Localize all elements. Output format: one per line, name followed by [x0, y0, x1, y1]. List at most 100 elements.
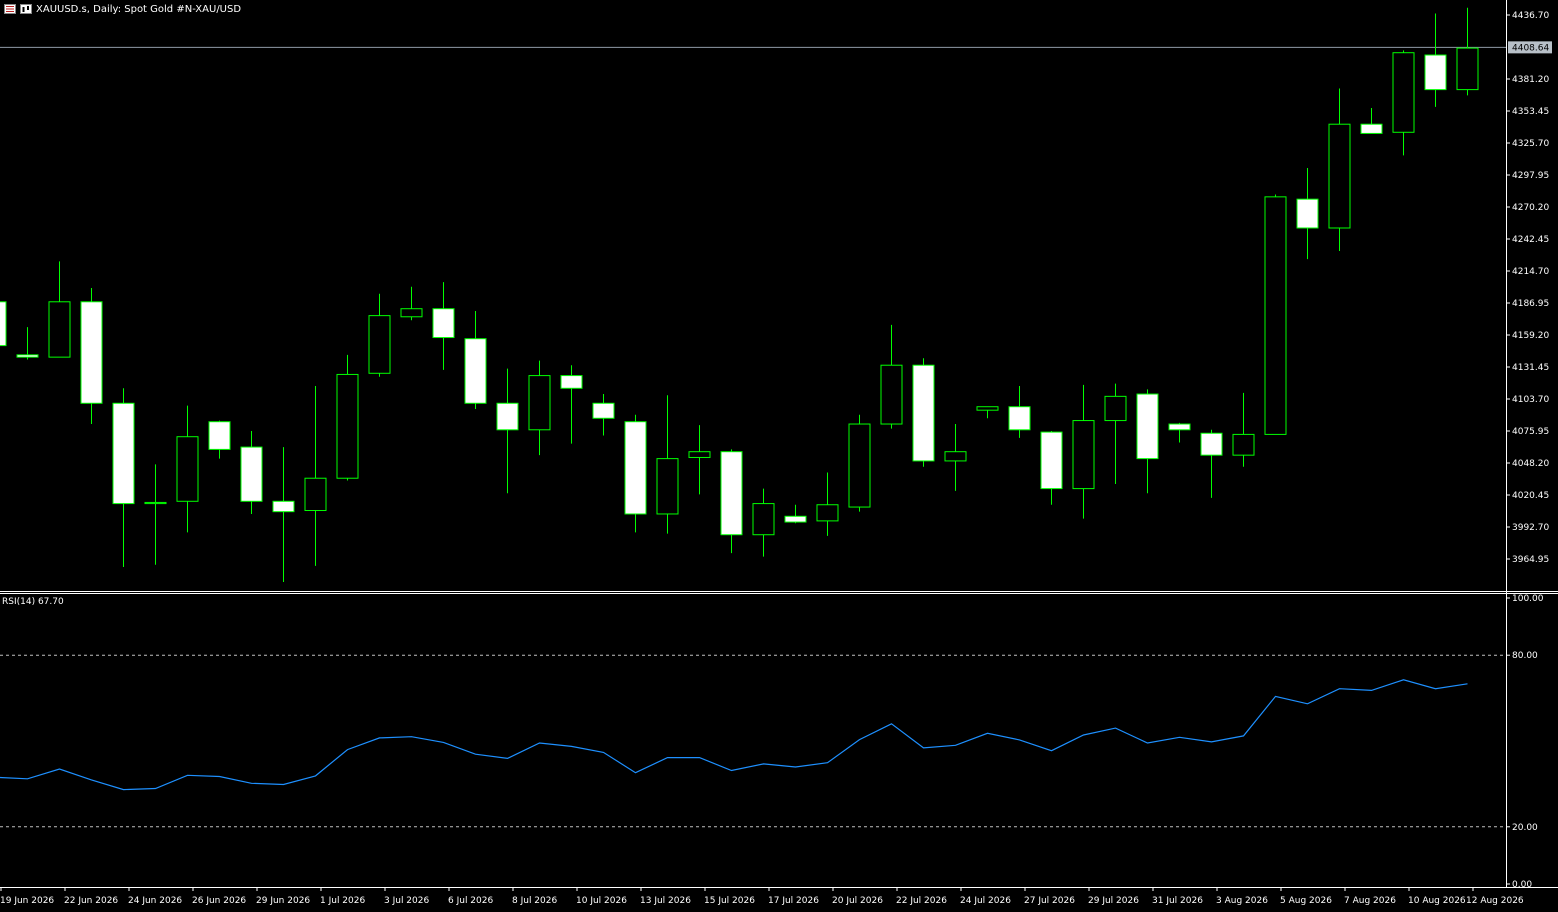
- date-label: 24 Jun 2026: [128, 896, 182, 906]
- date-label: 26 Jun 2026: [192, 896, 246, 906]
- chart-header: XAUUSD.s, Daily: Spot Gold #N-XAU/USD: [4, 2, 241, 16]
- candle: [0, 301, 7, 347]
- candle-body-bull: [400, 308, 423, 318]
- candle-body-bear: [592, 402, 615, 419]
- date-label: 13 Jul 2026: [640, 896, 691, 906]
- date-label: 10 Jul 2026: [576, 896, 627, 906]
- candle: [176, 405, 199, 533]
- date-label: 10 Aug 2026: [1408, 896, 1466, 906]
- candle-body-bear: [1296, 198, 1319, 229]
- price-tick-label: 3964.95: [1512, 555, 1549, 565]
- candle: [912, 358, 935, 467]
- rsi-plot: [0, 679, 1468, 791]
- date-label: 29 Jul 2026: [1088, 896, 1139, 906]
- candle-body-bear: [624, 421, 647, 515]
- candles: [0, 7, 1479, 583]
- candle-body-bear: [1008, 406, 1031, 431]
- candle-body-bull: [336, 373, 359, 479]
- candle: [1456, 7, 1479, 96]
- price-tick-label: 4048.20: [1512, 459, 1549, 469]
- rsi-tick-label: 20.00: [1512, 823, 1538, 833]
- candle-body-bull: [1264, 196, 1287, 435]
- candle-body-bear: [560, 375, 583, 389]
- chart-title: XAUUSD.s, Daily: Spot Gold #N-XAU/USD: [36, 3, 242, 15]
- candle: [16, 327, 39, 360]
- candle-body-bull: [1328, 123, 1351, 229]
- candle-body-bear: [80, 301, 103, 404]
- candle-body-bear: [496, 402, 519, 431]
- price-tick-label: 4353.45: [1512, 107, 1549, 117]
- candle: [464, 311, 487, 410]
- candle-body-bull: [1104, 395, 1127, 422]
- date-label: 22 Jun 2026: [64, 896, 118, 906]
- price-tick-label: 4242.45: [1512, 235, 1549, 245]
- candle: [848, 414, 871, 512]
- price-tick-label: 4297.95: [1512, 171, 1549, 181]
- candle: [112, 388, 135, 568]
- rsi-tick-label: 80.00: [1512, 651, 1538, 661]
- date-label: 24 Jul 2026: [960, 896, 1011, 906]
- window-list-icon[interactable]: [4, 4, 16, 14]
- date-label: 20 Jul 2026: [832, 896, 883, 906]
- price-tick-label: 4103.70: [1512, 395, 1549, 405]
- candle: [1200, 429, 1223, 498]
- candle: [560, 365, 583, 444]
- candle: [1072, 384, 1095, 519]
- date-label: 12 Aug 2026: [1466, 896, 1524, 906]
- candle-body-bear: [432, 308, 455, 339]
- price-tick-label: 4214.70: [1512, 267, 1549, 277]
- candle: [240, 430, 263, 514]
- current-price-label: 4408.64: [1512, 43, 1549, 53]
- candle-body-bear: [1040, 431, 1063, 490]
- candle-body-bear: [112, 402, 135, 505]
- candle-body-bear: [1360, 123, 1383, 134]
- candle-body-bull: [528, 375, 551, 431]
- candle-body-bull: [816, 504, 839, 522]
- candle: [592, 394, 615, 436]
- candle: [1328, 88, 1351, 252]
- candle: [1168, 422, 1191, 443]
- price-tick-label: 3992.70: [1512, 523, 1549, 533]
- price-tick-label: 4131.45: [1512, 363, 1549, 373]
- rsi-line: [0, 679, 1468, 791]
- candle: [1008, 385, 1031, 438]
- price-tick-label: 4270.20: [1512, 203, 1549, 213]
- rsi-tick-label: 100.00: [1512, 594, 1544, 604]
- date-label: 22 Jul 2026: [896, 896, 947, 906]
- candle: [688, 425, 711, 495]
- price-tick-label: 4186.95: [1512, 299, 1549, 309]
- candle-body-bear: [1136, 393, 1159, 460]
- date-label: 31 Jul 2026: [1152, 896, 1203, 906]
- candle-body-bull: [304, 477, 327, 512]
- price-tick-label: 4159.20: [1512, 331, 1549, 341]
- candle-body-bull: [1392, 52, 1415, 133]
- candle: [656, 395, 679, 534]
- date-label: 17 Jul 2026: [768, 896, 819, 906]
- candle-body-bull: [848, 423, 871, 508]
- candle-body-bull: [1232, 433, 1255, 456]
- candle-body-bull: [1456, 47, 1479, 91]
- date-label: 3 Aug 2026: [1216, 896, 1268, 906]
- date-label: 6 Jul 2026: [448, 896, 493, 906]
- candle: [272, 447, 295, 583]
- chart-canvas[interactable]: 4436.70 4381.20 4353.45 4325.70 4297.95 4270.…: [0, 0, 1558, 912]
- candle-body-bull: [880, 364, 903, 425]
- candle: [1040, 430, 1063, 505]
- candle: [432, 282, 455, 370]
- candle: [1104, 383, 1127, 484]
- date-label: 15 Jul 2026: [704, 896, 755, 906]
- candle-body-bull: [944, 451, 967, 462]
- candle: [1296, 168, 1319, 260]
- candle: [624, 414, 647, 533]
- chart-type-icon[interactable]: [20, 4, 32, 14]
- rsi-label: RSI(14) 67.70: [2, 597, 64, 607]
- candle: [1232, 392, 1255, 467]
- candle-body-bear: [784, 515, 807, 523]
- candle: [528, 360, 551, 456]
- candle-body-bear: [1424, 54, 1447, 91]
- candle-body-bear: [272, 500, 295, 513]
- price-tick-label: 4325.70: [1512, 139, 1549, 149]
- date-label: 1 Jul 2026: [320, 896, 365, 906]
- candle: [944, 424, 967, 491]
- candle: [80, 287, 103, 425]
